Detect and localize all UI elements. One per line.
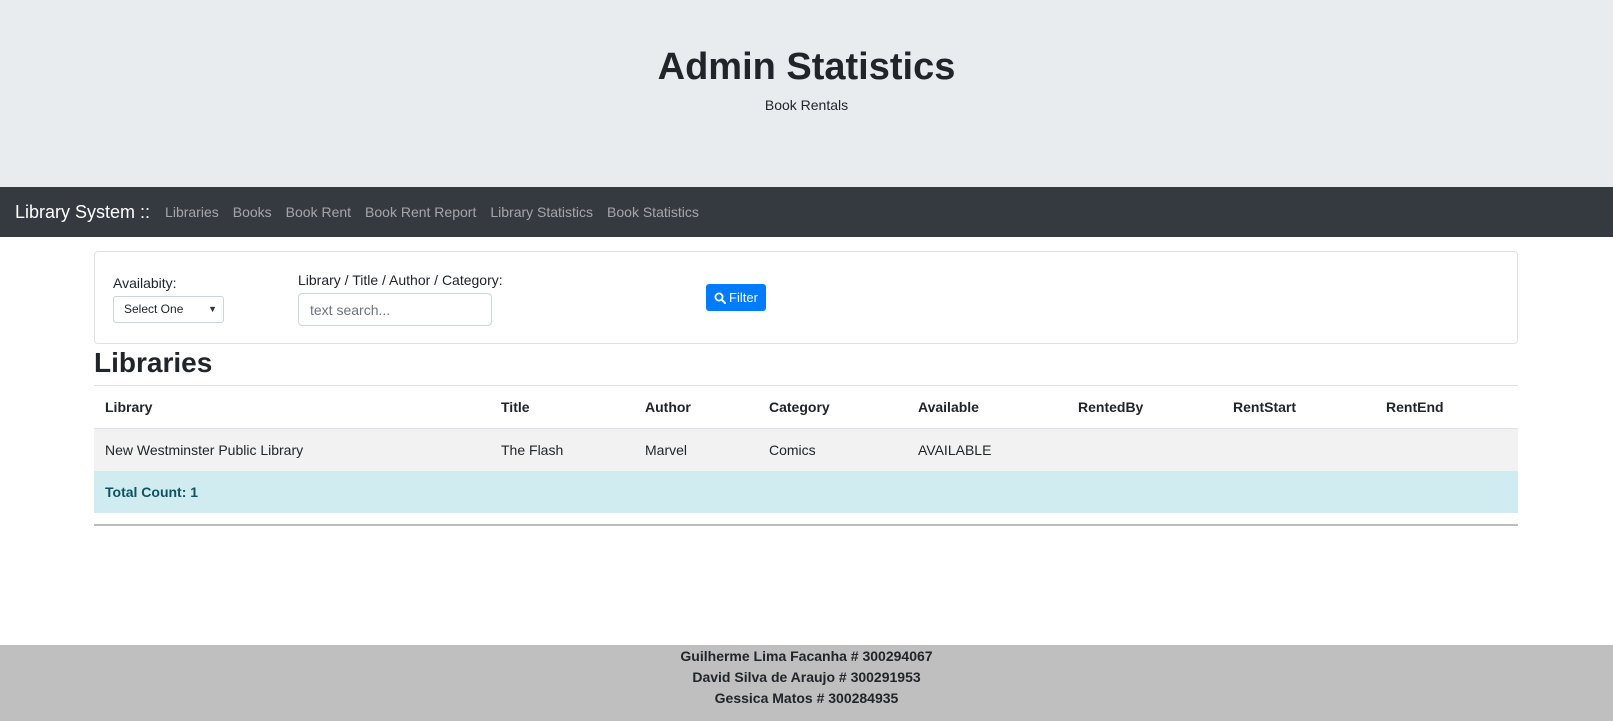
table-header-row: Library Title Author Category Available … (94, 385, 1518, 429)
column-header-title: Title (490, 385, 634, 429)
availability-label: Availabity: (113, 275, 177, 291)
filter-button[interactable]: Filter (706, 284, 766, 311)
nav-link-library-statistics[interactable]: Library Statistics (483, 204, 600, 220)
page-title: Admin Statistics (657, 46, 956, 88)
cell-rentedby (1067, 428, 1222, 471)
section-title: Libraries (94, 347, 213, 378)
chevron-down-icon: ▼ (208, 304, 217, 314)
page-footer: Guilherme Lima Facanha # 300294067 David… (0, 645, 1613, 721)
availability-select-value: Select One (124, 302, 184, 316)
availability-select[interactable]: Select One ▼ (113, 296, 224, 323)
footer-author-line: David Silva de Araujo # 300291953 (692, 669, 921, 685)
column-header-category: Category (758, 385, 907, 429)
top-navbar: Library System :: Libraries Books Book R… (0, 187, 1613, 237)
column-header-rentedby: RentedBy (1067, 385, 1222, 429)
search-icon (714, 292, 727, 304)
cell-title: The Flash (490, 428, 634, 471)
cell-rentend (1375, 428, 1518, 471)
footer-author-line: Gessica Matos # 300284935 (714, 690, 899, 706)
page-subtitle: Book Rentals (764, 97, 849, 113)
nav-link-book-statistics[interactable]: Book Statistics (600, 204, 706, 220)
cell-rentstart (1222, 428, 1375, 471)
cell-available: AVAILABLE (907, 428, 1067, 471)
libraries-table: Library Title Author Category Available … (94, 385, 1518, 513)
navbar-brand[interactable]: Library System :: (15, 202, 150, 223)
column-header-rentend: RentEnd (1375, 385, 1518, 429)
column-header-library: Library (94, 385, 490, 429)
cell-author: Marvel (634, 428, 758, 471)
nav-link-book-rent-report[interactable]: Book Rent Report (358, 204, 483, 220)
nav-link-libraries[interactable]: Libraries (158, 204, 226, 220)
footer-author-line: Guilherme Lima Facanha # 300294067 (680, 648, 933, 664)
search-input[interactable] (298, 293, 492, 326)
cell-category: Comics (758, 428, 907, 471)
search-label: Library / Title / Author / Category: (298, 272, 503, 288)
divider (94, 524, 1518, 526)
filter-panel: Availabity: Select One ▼ Library / Title… (94, 251, 1518, 344)
filter-button-label: Filter (729, 290, 758, 305)
total-count: Total Count: 1 (94, 470, 1518, 513)
cell-library: New Westminster Public Library (94, 428, 490, 471)
nav-link-book-rent[interactable]: Book Rent (279, 204, 358, 220)
column-header-rentstart: RentStart (1222, 385, 1375, 429)
total-count-row: Total Count: 1 (94, 470, 1518, 513)
page-header: Admin Statistics Book Rentals (0, 0, 1613, 187)
column-header-author: Author (634, 385, 758, 429)
table-row: New Westminster Public Library The Flash… (94, 428, 1518, 471)
column-header-available: Available (907, 385, 1067, 429)
nav-link-books[interactable]: Books (226, 204, 279, 220)
